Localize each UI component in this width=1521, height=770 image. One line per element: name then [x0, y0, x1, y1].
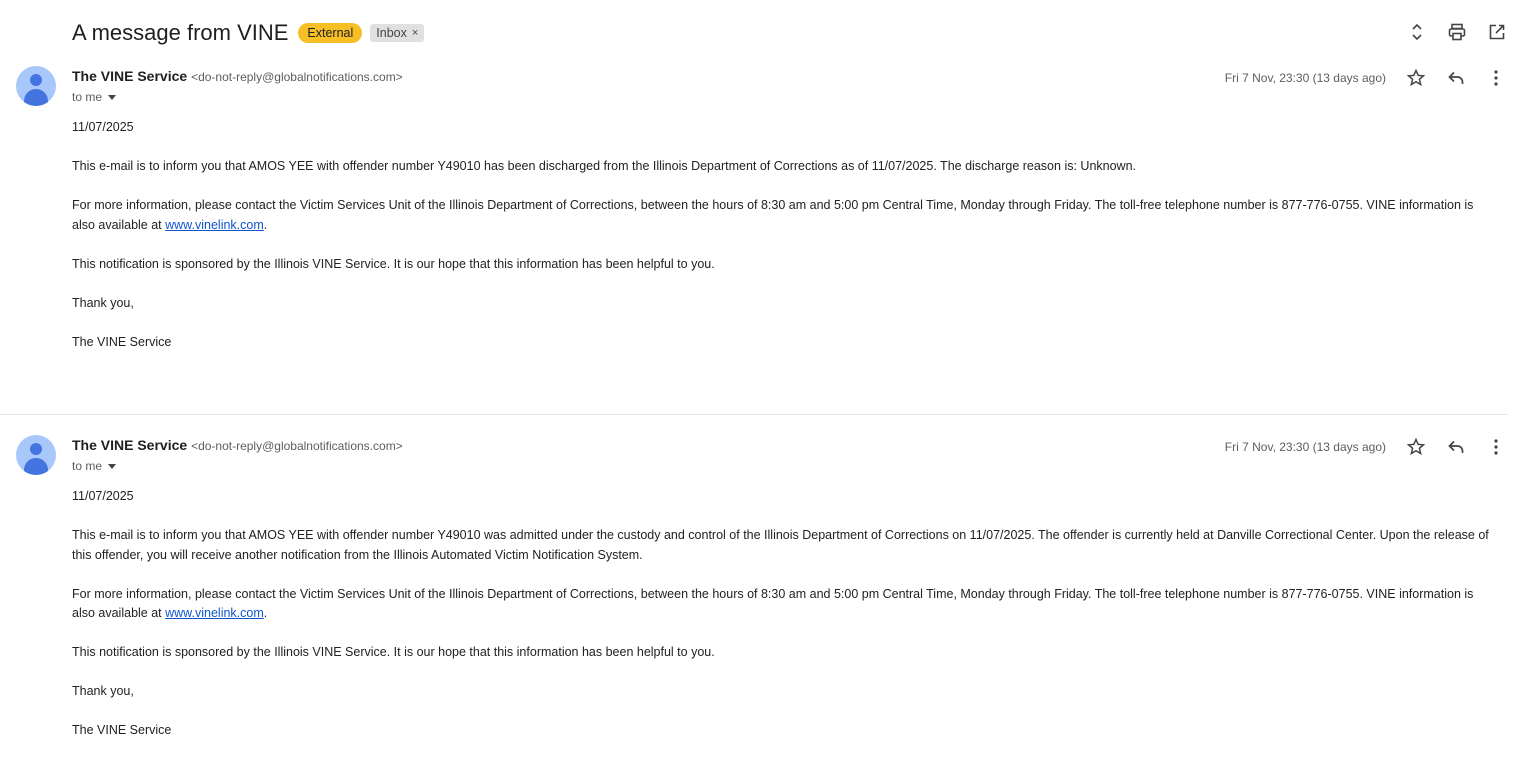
message-actions: Fri 7 Nov, 23:30 (13 days ago) [1225, 66, 1508, 90]
subject-bar: A message from VINE External Inbox × [72, 14, 425, 52]
message-date: Fri 7 Nov, 23:30 (13 days ago) [1224, 71, 1386, 85]
remove-label-button[interactable]: × [412, 27, 418, 39]
body-date: 11/07/2025 [72, 489, 134, 503]
message-body: 11/07/2025 This e-mail is to inform you … [72, 118, 1492, 372]
sender-line: The VINE Service <do-not-reply@globalnot… [72, 68, 403, 84]
body-paragraph: This e-mail is to inform you that AMOS Y… [72, 528, 1489, 562]
reply-icon[interactable] [1444, 66, 1468, 90]
message-divider [0, 414, 1508, 415]
recipient-label: to me [72, 459, 103, 473]
print-icon[interactable] [1445, 20, 1469, 44]
body-paragraph-sponsor: This notification is sponsored by the Il… [72, 645, 715, 659]
expand-collapse-icon[interactable] [1405, 20, 1429, 44]
period: . [263, 606, 268, 620]
contact-text: For more information, please contact the… [72, 586, 1474, 621]
avatar [16, 66, 56, 106]
star-icon[interactable] [1404, 66, 1428, 90]
sender-email: <do-not-reply@globalnotifications.com> [191, 70, 403, 84]
more-options-icon[interactable] [1484, 435, 1508, 459]
sender-email: <do-not-reply@globalnotifications.com> [191, 439, 403, 453]
body-thanks: Thank you, [72, 684, 134, 698]
body-signature: The VINE Service [72, 723, 172, 737]
body-paragraph-contact: For more information, please contact the… [72, 585, 1492, 624]
email-message: The VINE Service <do-not-reply@globalnot… [0, 435, 1508, 765]
recipient-label: to me [72, 90, 103, 104]
thread-toolbar [1405, 20, 1509, 44]
body-date: 11/07/2025 [72, 120, 134, 134]
sender-name[interactable]: The VINE Service [72, 68, 187, 84]
avatar-body [24, 89, 48, 106]
recipient-details-toggle[interactable]: to me [72, 459, 117, 473]
message-actions: Fri 7 Nov, 23:30 (13 days ago) [1225, 435, 1508, 459]
contact-text: For more information, please contact the… [72, 198, 1474, 232]
body-thanks: Thank you, [72, 295, 134, 310]
avatar [16, 435, 56, 475]
external-label: External [298, 23, 363, 43]
chevron-down-icon [108, 94, 117, 100]
body-signature: The VINE Service [72, 334, 172, 349]
open-in-new-window-icon[interactable] [1485, 20, 1509, 44]
inbox-label: Inbox × [370, 24, 425, 42]
message-date: Fri 7 Nov, 23:30 (13 days ago) [1224, 440, 1386, 454]
body-paragraph-contact: For more information, please contact the… [72, 196, 1492, 235]
recipient-details-toggle[interactable]: to me [72, 90, 117, 104]
avatar-head [30, 74, 42, 86]
vinelink-link[interactable]: www.vinelink.com [165, 218, 264, 232]
inbox-label-text: Inbox [376, 26, 407, 40]
vinelink-link[interactable]: www.vinelink.com [165, 606, 264, 620]
sender-name[interactable]: The VINE Service [72, 437, 187, 453]
email-message: The VINE Service <do-not-reply@globalnot… [0, 66, 1508, 386]
body-paragraph-sponsor: This notification is sponsored by the Il… [72, 256, 715, 271]
message-body: 11/07/2025 This e-mail is to inform you … [72, 487, 1492, 760]
sender-line: The VINE Service <do-not-reply@globalnot… [72, 437, 403, 453]
email-subject: A message from VINE [72, 20, 289, 45]
more-options-icon[interactable] [1484, 66, 1508, 90]
avatar-body [24, 458, 48, 475]
body-paragraph: This e-mail is to inform you that AMOS Y… [72, 159, 1136, 173]
avatar-head [30, 443, 42, 455]
star-icon[interactable] [1404, 435, 1428, 459]
chevron-down-icon [108, 463, 117, 469]
period: . [263, 217, 268, 232]
reply-icon[interactable] [1444, 435, 1468, 459]
